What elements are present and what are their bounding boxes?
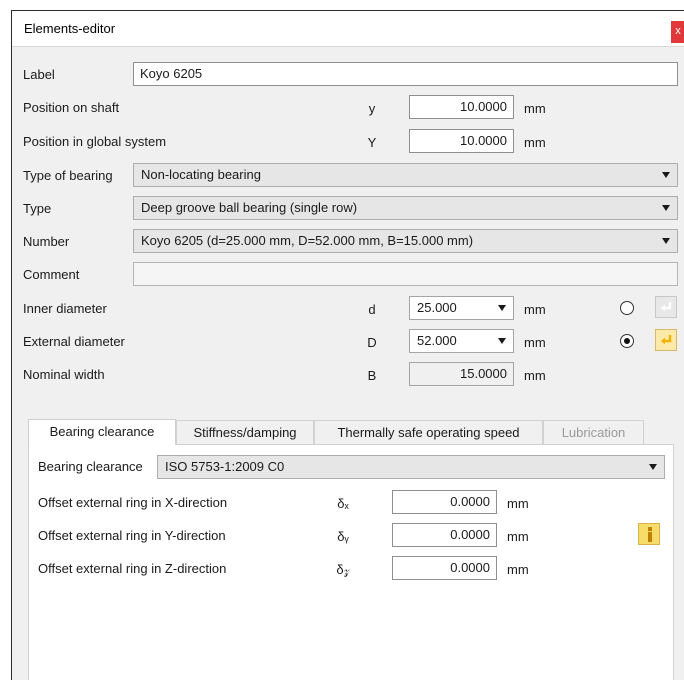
offset-z-label: Offset external ring in Z-direction	[38, 561, 227, 576]
elements-editor-window: Elements-editor x Label Koyo 6205 Positi…	[11, 10, 684, 680]
type-of-bearing-value: Non-locating bearing	[141, 167, 261, 182]
enter-arrow-icon	[661, 335, 672, 345]
offset-z-unit: mm	[507, 562, 529, 577]
chevron-down-icon	[498, 338, 506, 344]
offset-x-label: Offset external ring in X-direction	[38, 495, 228, 510]
position-on-shaft-symbol: y	[368, 101, 376, 116]
position-on-shaft-input[interactable]: 10.0000	[409, 95, 514, 119]
number-value: Koyo 6205 (d=25.000 mm, D=52.000 mm, B=1…	[141, 233, 474, 248]
type-of-bearing-label: Type of bearing	[23, 168, 113, 183]
external-diameter-symbol: D	[367, 335, 377, 350]
tab-thermally-safe-operating-speed[interactable]: Thermally safe operating speed	[314, 420, 543, 445]
position-on-shaft-label: Position on shaft	[23, 100, 120, 115]
number-select[interactable]: Koyo 6205 (d=25.000 mm, D=52.000 mm, B=1…	[133, 229, 678, 253]
bearing-clearance-label: Bearing clearance	[38, 459, 143, 474]
type-label: Type	[23, 201, 52, 216]
type-of-bearing-select[interactable]: Non-locating bearing	[133, 163, 678, 187]
offset-y-unit: mm	[507, 529, 529, 544]
position-global-unit: mm	[524, 135, 546, 150]
offset-x-input[interactable]: 0.0000	[392, 490, 497, 514]
bearing-clearance-select[interactable]: ISO 5753-1:2009 C0	[157, 455, 665, 479]
chevron-down-icon	[649, 464, 657, 470]
chevron-down-icon	[662, 205, 670, 211]
label-field-label: Label	[23, 67, 55, 82]
nominal-width-unit: mm	[524, 368, 546, 383]
label-input[interactable]: Koyo 6205	[133, 62, 678, 86]
nominal-width-input[interactable]: 15.0000	[409, 362, 514, 386]
external-diameter-unit: mm	[524, 335, 546, 350]
position-on-shaft-unit: mm	[524, 101, 546, 116]
info-icon	[648, 527, 652, 531]
offset-y-symbol: δᵧ	[337, 529, 349, 544]
inner-diameter-apply-button[interactable]	[655, 296, 677, 318]
type-value: Deep groove ball bearing (single row)	[141, 200, 358, 215]
bearing-clearance-panel: Bearing clearance ISO 5753-1:2009 C0 Off…	[28, 444, 674, 680]
info-button[interactable]	[638, 523, 660, 545]
external-diameter-apply-button[interactable]	[655, 329, 677, 351]
title-bar: Elements-editor x	[12, 11, 684, 47]
inner-diameter-symbol: d	[368, 302, 376, 317]
chevron-down-icon	[662, 238, 670, 244]
type-select[interactable]: Deep groove ball bearing (single row)	[133, 196, 678, 220]
offset-y-input[interactable]: 0.0000	[392, 523, 497, 547]
offset-z-input[interactable]: 0.0000	[392, 556, 497, 580]
inner-diameter-value: 25.000	[417, 300, 457, 315]
tab-bearing-clearance[interactable]: Bearing clearance	[28, 419, 176, 445]
offset-x-unit: mm	[507, 496, 529, 511]
inner-diameter-radio[interactable]	[620, 301, 634, 315]
chevron-down-icon	[498, 305, 506, 311]
inner-diameter-label: Inner diameter	[23, 301, 107, 316]
comment-label: Comment	[23, 267, 80, 282]
position-global-input[interactable]: 10.0000	[409, 129, 514, 153]
inner-diameter-unit: mm	[524, 302, 546, 317]
inner-diameter-select[interactable]: 25.000	[409, 296, 514, 320]
nominal-width-label: Nominal width	[23, 367, 105, 382]
window-title: Elements-editor	[24, 21, 116, 36]
chevron-down-icon	[662, 172, 670, 178]
number-label: Number	[23, 234, 70, 249]
bearing-clearance-value: ISO 5753-1:2009 C0	[165, 459, 285, 474]
close-button[interactable]: x	[671, 21, 684, 43]
tab-lubrication: Lubrication	[543, 420, 644, 445]
external-diameter-select[interactable]: 52.000	[409, 329, 514, 353]
position-global-label: Position in global system	[23, 134, 167, 149]
external-diameter-radio[interactable]	[620, 334, 634, 348]
tab-stiffness-damping[interactable]: Stiffness/damping	[176, 420, 314, 445]
position-global-symbol: Y	[367, 135, 377, 150]
offset-x-symbol: δₓ	[337, 496, 349, 511]
offset-z-symbol: δ𝓏	[336, 562, 350, 577]
external-diameter-label: External diameter	[23, 334, 125, 349]
nominal-width-symbol: B	[367, 368, 377, 383]
enter-arrow-icon	[661, 302, 672, 312]
offset-y-label: Offset external ring in Y-direction	[38, 528, 226, 543]
external-diameter-value: 52.000	[417, 333, 457, 348]
comment-input[interactable]	[133, 262, 678, 286]
